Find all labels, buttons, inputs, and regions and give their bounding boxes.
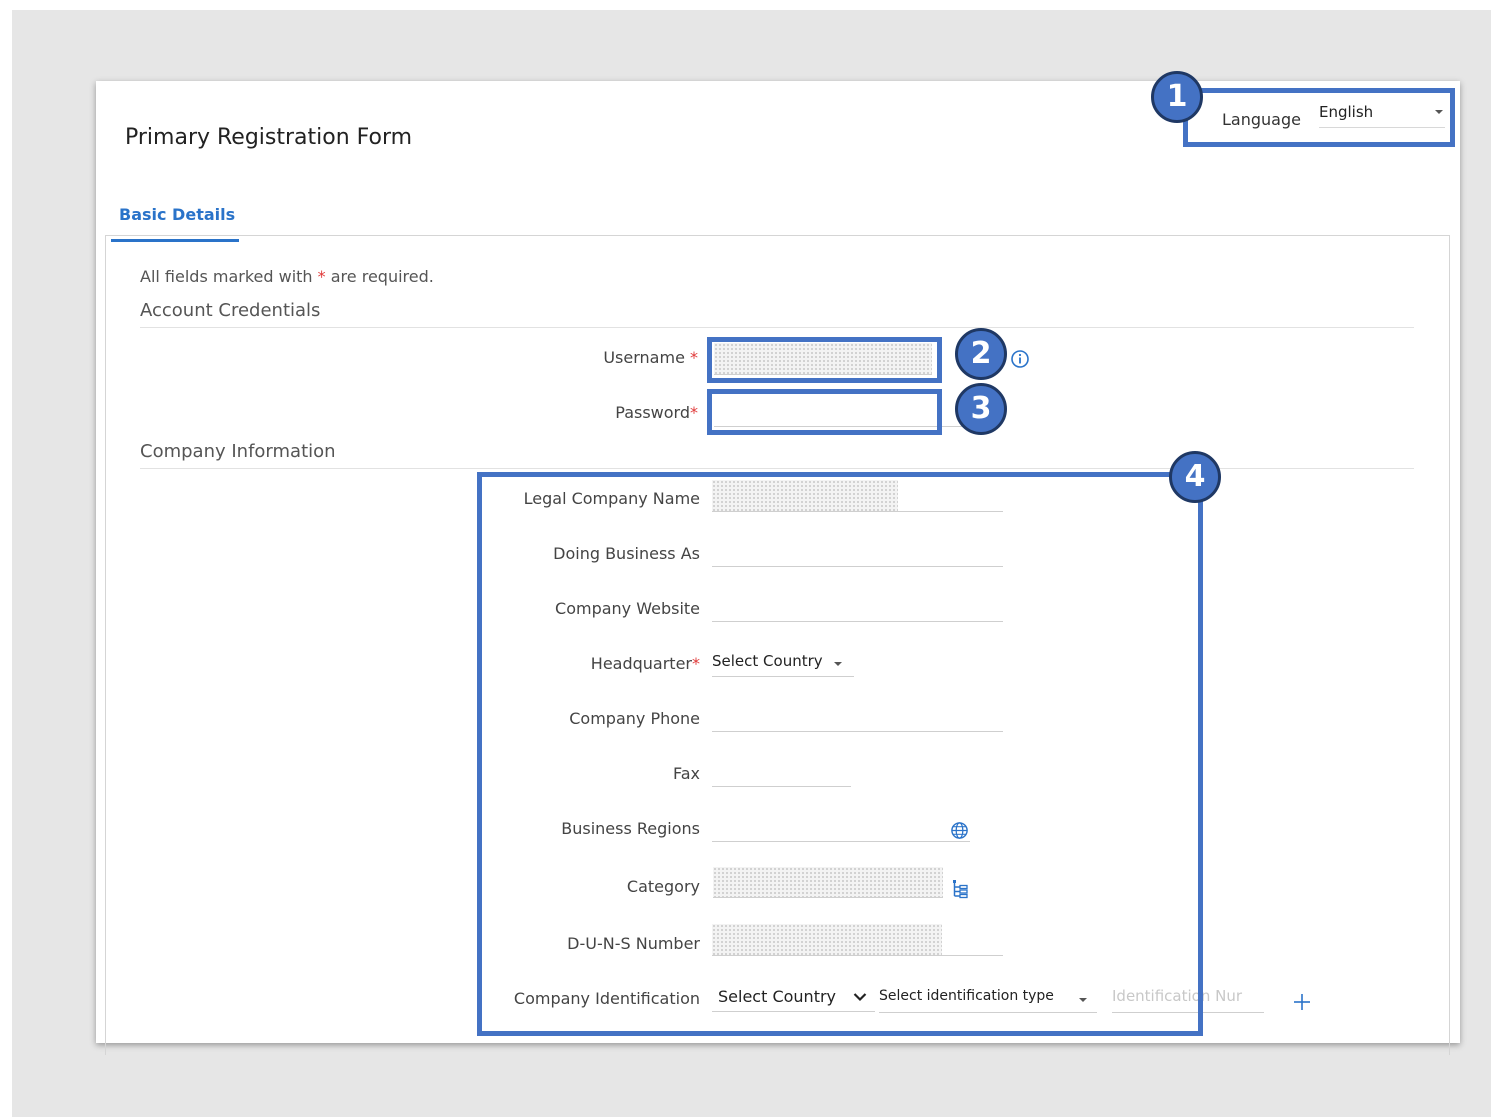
page-title: Primary Registration Form [125, 125, 413, 150]
required-note: All fields marked with * are required. [140, 267, 434, 286]
callout-box-2 [707, 337, 942, 383]
callout-box-3 [707, 389, 942, 435]
callout-badge-4: 4 [1169, 451, 1221, 503]
callout-box-1 [1183, 88, 1455, 147]
password-label: Password* [615, 403, 698, 422]
section-account-credentials: Account Credentials [140, 300, 1414, 328]
callout-box-4 [477, 472, 1203, 1036]
plus-icon[interactable] [1292, 992, 1312, 1012]
callout-badge-1: 1 [1151, 71, 1203, 123]
username-label: Username * [603, 348, 698, 367]
callout-badge-3: 3 [955, 383, 1007, 435]
callout-badge-2: 2 [955, 328, 1007, 380]
section-company-information: Company Information [140, 441, 1414, 469]
info-icon[interactable] [1010, 349, 1030, 369]
required-star: * [317, 267, 326, 286]
